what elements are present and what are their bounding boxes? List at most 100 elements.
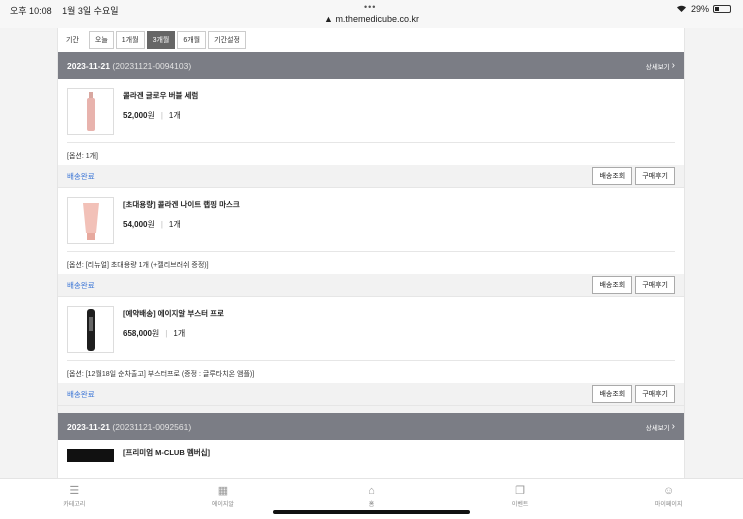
- more-dots-icon[interactable]: •••: [364, 2, 376, 12]
- order-id: 2023-11-21 (20231121-0094103): [67, 61, 191, 71]
- order-item: [프리미엄 M-CLUB 멤버십]: [58, 440, 684, 478]
- period-label: 기간: [66, 37, 79, 44]
- chevron-right-icon: ›: [671, 421, 675, 432]
- home-icon: ⌂: [368, 485, 375, 497]
- order-detail-link[interactable]: 상세보기 ›: [646, 60, 675, 71]
- product-thumbnail[interactable]: [67, 88, 114, 135]
- order-number: (20231121-0092561): [112, 421, 192, 432]
- period-button-today[interactable]: 오늘: [88, 31, 114, 49]
- battery-icon: [713, 5, 731, 13]
- price-currency: 원: [147, 220, 155, 229]
- nav-category[interactable]: ☰ 카테고리: [0, 479, 149, 519]
- write-review-button[interactable]: 구매후기: [635, 385, 675, 403]
- order-history-page: 기간 오늘 1개월 3개월 6개월 기간설정 2023-11-21 (20231…: [57, 28, 685, 478]
- order-number: (20231121-0094103): [112, 60, 192, 71]
- ios-status-bar: 오후 10:08 1월 3일 수요일 ••• ▲ m.themedicube.c…: [0, 0, 743, 28]
- write-review-button[interactable]: 구매후기: [635, 276, 675, 294]
- product-info: [초대용량] 콜라겐 나이트 랩핑 마스크 54,000원 | 1개: [123, 197, 240, 251]
- order-item: [예약배송] 에이지알 부스터 프로 658,000원 | 1개 [옵션: [12월…: [58, 297, 684, 406]
- price-currency: 원: [151, 329, 160, 338]
- period-button-1month[interactable]: 1개월: [115, 31, 145, 49]
- product-price-qty: 54,000원 | 1개: [123, 219, 240, 230]
- order-header: 2023-11-21 (20231121-0092561) 상세보기 ›: [58, 413, 684, 440]
- product-price: 658,000: [123, 329, 152, 338]
- price-currency: 원: [147, 111, 155, 120]
- nav-label: 카테고리: [63, 502, 86, 508]
- period-filter: 기간 오늘 1개월 3개월 6개월 기간설정: [58, 28, 684, 52]
- product-option: [옵션: 1개]: [67, 142, 675, 165]
- product-name[interactable]: [초대용량] 콜라겐 나이트 랩핑 마스크: [123, 199, 240, 210]
- product-name[interactable]: 콜라겐 글로우 버블 세럼: [123, 90, 198, 101]
- write-review-button[interactable]: 구매후기: [635, 167, 675, 185]
- home-indicator[interactable]: [273, 510, 470, 514]
- serum-bottle-icon: [86, 91, 95, 131]
- product-option: [옵션: [리뉴얼] 초대용량 1개 (+젤리브러쉬 증정)]: [67, 251, 675, 274]
- nav-mypage[interactable]: ☺ 마이페이지: [594, 479, 743, 519]
- item-status-row: 배송완료 배송조회 구매후기: [58, 383, 684, 405]
- product-name[interactable]: [프리미엄 M-CLUB 멤버십]: [123, 447, 210, 475]
- item-actions: 배송조회 구매후기: [592, 167, 675, 185]
- order-id: 2023-11-21 (20231121-0092561): [67, 422, 191, 432]
- battery-percent: 29%: [690, 4, 709, 14]
- item-status-row: 배송완료 배송조회 구매후기: [58, 165, 684, 187]
- item-actions: 배송조회 구매후기: [592, 276, 675, 294]
- chevron-right-icon: ›: [671, 60, 675, 71]
- product-info: 콜라겐 글로우 버블 세럼 52,000원 | 1개: [123, 88, 198, 142]
- product-info: [예약배송] 에이지알 부스터 프로 658,000원 | 1개: [123, 306, 224, 360]
- delivery-status: 배송완료: [67, 389, 95, 399]
- product-price: 54,000: [123, 220, 148, 229]
- period-button-6months[interactable]: 6개월: [177, 31, 207, 49]
- battery-fill: [715, 7, 720, 11]
- divider: |: [160, 111, 163, 120]
- status-right: 29%: [676, 4, 731, 14]
- order-detail-label[interactable]: 상세보기: [646, 422, 670, 432]
- user-icon: ☺: [663, 485, 675, 497]
- booster-device-icon: [86, 308, 95, 351]
- nav-label: 이벤트: [511, 502, 529, 508]
- address-bar[interactable]: ▲ m.themedicube.co.kr: [0, 14, 743, 24]
- mask-tube-icon: [82, 202, 99, 240]
- delivery-status: 배송완료: [67, 171, 95, 181]
- product-name[interactable]: [예약배송] 에이지알 부스터 프로: [123, 308, 224, 319]
- period-button-custom[interactable]: 기간설정: [208, 31, 246, 49]
- order-detail-link[interactable]: 상세보기 ›: [646, 421, 675, 432]
- item-status-row: 배송완료 배송조회 구매후기: [58, 274, 684, 296]
- order-item-body: [예약배송] 에이지알 부스터 프로 658,000원 | 1개: [58, 297, 684, 360]
- event-icon: ❐: [515, 485, 526, 497]
- category-search-icon: ☰: [69, 485, 80, 497]
- order-item: [초대용량] 콜라겐 나이트 랩핑 마스크 54,000원 | 1개 [옵션: [리…: [58, 188, 684, 297]
- delivery-status: 배송완료: [67, 280, 95, 290]
- nav-label: 에이지알: [211, 502, 234, 508]
- order-gap: [58, 406, 684, 413]
- product-thumbnail[interactable]: [67, 197, 114, 244]
- nav-label: 홈: [368, 502, 375, 508]
- product-thumbnail[interactable]: [67, 306, 114, 353]
- device-icon: ▦: [217, 485, 229, 497]
- track-delivery-button[interactable]: 배송조회: [592, 276, 633, 294]
- product-price-qty: 52,000원 | 1개: [123, 110, 198, 121]
- lock-icon: ▲: [324, 14, 333, 24]
- order-item-body: 콜라겐 글로우 버블 세럼 52,000원 | 1개: [58, 79, 684, 142]
- product-qty: 1개: [168, 220, 181, 229]
- track-delivery-button[interactable]: 배송조회: [592, 385, 633, 403]
- wifi-icon: [676, 4, 687, 14]
- period-button-3months[interactable]: 3개월: [146, 31, 176, 49]
- order-header: 2023-11-21 (20231121-0094103) 상세보기 ›: [58, 52, 684, 79]
- order-date: 2023-11-21: [67, 60, 111, 71]
- order-item: 콜라겐 글로우 버블 세럼 52,000원 | 1개 [옵션: 1개] 배송완료 배…: [58, 79, 684, 188]
- item-actions: 배송조회 구매후기: [592, 385, 675, 403]
- product-option: [옵션: [12월18일 순차출고] 부스터프로 (증정 : 글루타치온 앰플)…: [67, 360, 675, 383]
- order-detail-label[interactable]: 상세보기: [646, 61, 670, 71]
- product-qty: 1개: [168, 111, 181, 120]
- order-date: 2023-11-21: [67, 421, 111, 432]
- product-thumbnail[interactable]: [67, 449, 114, 462]
- order-item-body: [초대용량] 콜라겐 나이트 랩핑 마스크 54,000원 | 1개: [58, 188, 684, 251]
- nav-label: 마이페이지: [654, 502, 683, 508]
- url-text[interactable]: m.themedicube.co.kr: [335, 14, 419, 24]
- product-qty: 1개: [173, 329, 186, 338]
- product-price: 52,000: [123, 111, 148, 120]
- product-price-qty: 658,000원 | 1개: [123, 328, 224, 339]
- divider: |: [165, 329, 168, 338]
- track-delivery-button[interactable]: 배송조회: [592, 167, 633, 185]
- divider: |: [160, 220, 163, 229]
